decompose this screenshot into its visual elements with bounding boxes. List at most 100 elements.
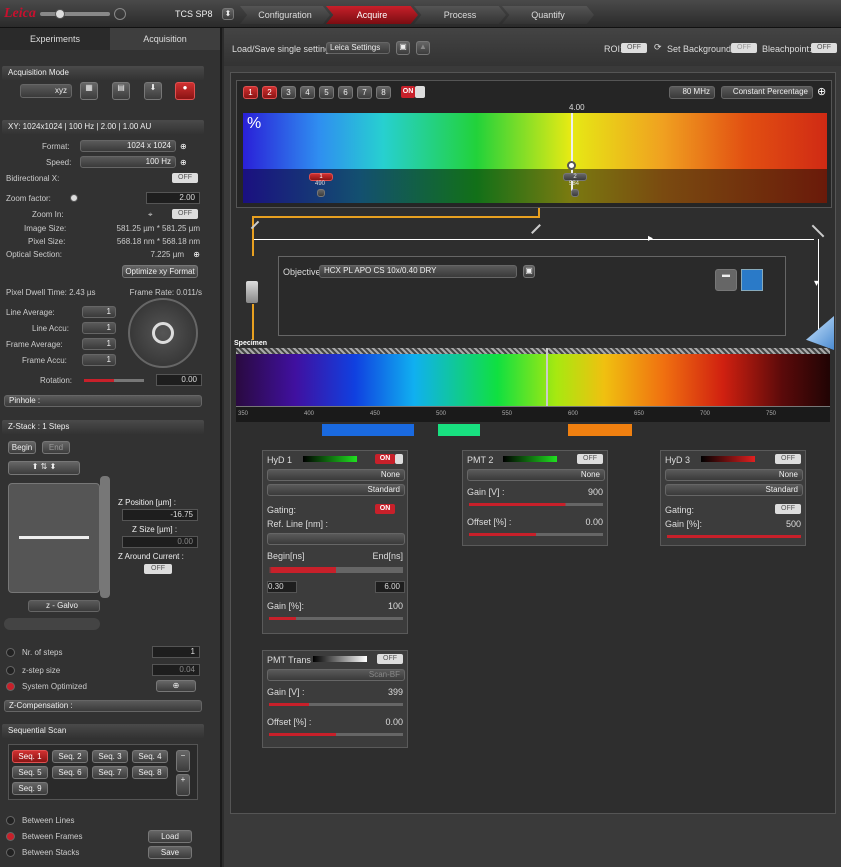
- zstep-field[interactable]: 0.04: [152, 664, 200, 676]
- seq-item[interactable]: Seq. 3: [92, 750, 128, 763]
- begin-field[interactable]: 0.30: [267, 581, 297, 593]
- seq-item[interactable]: Seq. 2: [52, 750, 88, 763]
- seq-remove-button[interactable]: −: [176, 750, 190, 772]
- lut-bar[interactable]: [503, 456, 557, 462]
- global-slider-knob[interactable]: [55, 9, 65, 19]
- zoom-field[interactable]: 2.00: [146, 192, 200, 204]
- seq-item[interactable]: Seq. 6: [52, 766, 88, 779]
- laser-line-2-button[interactable]: 2: [262, 86, 277, 99]
- offset-slider[interactable]: [269, 733, 403, 736]
- section-sequential[interactable]: Sequential Scan: [2, 724, 204, 738]
- refresh-icon[interactable]: ⟳: [654, 42, 662, 53]
- save-setting-icon[interactable]: ▣: [396, 41, 410, 55]
- seq-save-button[interactable]: Save: [148, 846, 192, 859]
- tab-acquire[interactable]: Acquire: [326, 6, 418, 24]
- channel-select[interactable]: Scan-BF: [267, 669, 405, 681]
- circle-icon[interactable]: [114, 8, 126, 20]
- z-slider[interactable]: [100, 476, 110, 598]
- grid-icon[interactable]: ▦: [80, 82, 98, 100]
- filter-selected-icon[interactable]: [741, 269, 763, 291]
- download-icon[interactable]: ⬇: [144, 82, 162, 100]
- tab-process[interactable]: Process: [414, 6, 506, 24]
- section-zstack[interactable]: Z-Stack : 1 Steps: [2, 420, 204, 434]
- bidir-toggle[interactable]: OFF: [172, 173, 198, 183]
- roi-toggle[interactable]: OFF: [621, 43, 647, 53]
- toggle-off-half[interactable]: [395, 454, 403, 464]
- detector-toggle[interactable]: OFF: [377, 654, 403, 664]
- zoom-slider[interactable]: [70, 194, 78, 202]
- optimize-xy-button[interactable]: Optimize xy Format: [122, 265, 198, 278]
- seq-item[interactable]: Seq. 9: [12, 782, 48, 795]
- objective-info-icon[interactable]: ▣: [523, 265, 535, 278]
- laser-line-7-button[interactable]: 7: [357, 86, 372, 99]
- gating-toggle[interactable]: ON: [375, 504, 395, 514]
- laser-line-2-checkbox[interactable]: [571, 189, 579, 197]
- section-xy[interactable]: XY: 1024x1024 | 100 Hz | 2.00 | 1.00 AU: [2, 120, 204, 134]
- z-zoom-slider[interactable]: [4, 618, 100, 630]
- end-field[interactable]: 6.00: [375, 581, 405, 593]
- mode-select[interactable]: Standard: [267, 484, 405, 496]
- detector-toggle[interactable]: OFF: [577, 454, 603, 464]
- laser-frequency-select[interactable]: 80 MHz: [669, 86, 715, 99]
- setbg-toggle[interactable]: OFF: [731, 43, 757, 53]
- zend-button[interactable]: End: [42, 441, 70, 454]
- seq-item[interactable]: Seq. 7: [92, 766, 128, 779]
- gain-slider[interactable]: [469, 503, 603, 506]
- laser-line-1-button[interactable]: 1: [243, 86, 258, 99]
- gating-range-slider[interactable]: [269, 567, 403, 573]
- seq-load-button[interactable]: Load: [148, 830, 192, 843]
- laser-off-toggle[interactable]: [415, 86, 425, 98]
- system-select-button[interactable]: ⬍: [222, 8, 234, 20]
- between-frames-radio[interactable]: [6, 832, 15, 841]
- laser-line-1-tag[interactable]: 1: [309, 173, 333, 181]
- between-stacks-radio[interactable]: [6, 848, 15, 857]
- add-icon[interactable]: ⊕: [180, 156, 187, 169]
- zoomin-toggle[interactable]: OFF: [172, 209, 198, 219]
- laser-on-toggle[interactable]: ON: [401, 86, 415, 98]
- laser-line-5-button[interactable]: 5: [319, 86, 334, 99]
- pinhole-section[interactable]: Pinhole :: [4, 395, 202, 407]
- tab-configuration[interactable]: Configuration: [240, 6, 330, 24]
- laser-line-4-button[interactable]: 4: [300, 86, 315, 99]
- nsteps-field[interactable]: 1: [152, 646, 200, 658]
- format-select[interactable]: 1024 x 1024: [80, 140, 176, 152]
- lineacc-select[interactable]: 1: [82, 322, 116, 334]
- zsize-field[interactable]: 0.00: [122, 536, 198, 548]
- laser-line-6-button[interactable]: 6: [338, 86, 353, 99]
- det-range-hyd3[interactable]: [568, 424, 632, 436]
- lut-bar[interactable]: [701, 456, 755, 462]
- laser-mode-select[interactable]: Constant Percentage: [721, 86, 813, 99]
- global-slider[interactable]: [40, 12, 110, 16]
- gain-slider[interactable]: [269, 617, 403, 620]
- channel-select[interactable]: None: [267, 469, 405, 481]
- seq-item[interactable]: Seq. 1: [12, 750, 48, 763]
- between-lines-radio[interactable]: [6, 816, 15, 825]
- nsteps-radio[interactable]: [6, 648, 15, 657]
- sysopt-add-button[interactable]: ⊕: [156, 680, 196, 692]
- zstep-radio[interactable]: [6, 666, 15, 675]
- add-icon[interactable]: ⊕: [180, 140, 187, 153]
- seq-item[interactable]: Seq. 5: [12, 766, 48, 779]
- seq-item[interactable]: Seq. 4: [132, 750, 168, 763]
- pan-control[interactable]: [128, 298, 198, 368]
- sysopt-radio[interactable]: [6, 682, 15, 691]
- acquisition-mode-select[interactable]: xyz: [20, 84, 72, 98]
- settings-select[interactable]: Leica Settings: [326, 42, 390, 54]
- zgalvo-select[interactable]: z - Galvo: [28, 600, 100, 612]
- laser-line-2-tag[interactable]: 2: [563, 173, 587, 181]
- mode-select[interactable]: Standard: [665, 484, 803, 496]
- frameacc-select[interactable]: 1: [82, 354, 116, 366]
- zcompensation-section[interactable]: Z-Compensation :: [4, 700, 202, 712]
- laser-line-8-button[interactable]: 8: [376, 86, 391, 99]
- gain-slider[interactable]: [667, 535, 801, 538]
- channel-select[interactable]: None: [665, 469, 803, 481]
- tab-experiments[interactable]: Experiments: [0, 28, 110, 50]
- refline-select[interactable]: [267, 533, 405, 545]
- detector-toggle[interactable]: ON: [375, 454, 395, 464]
- laser-line-1-checkbox[interactable]: [317, 189, 325, 197]
- laser-2-knob[interactable]: [567, 161, 576, 170]
- center-icon[interactable]: [152, 322, 174, 344]
- add-icon[interactable]: ⊕: [817, 85, 826, 98]
- det-range-pmt2[interactable]: [438, 424, 480, 436]
- filter-icon[interactable]: ▬: [715, 269, 737, 291]
